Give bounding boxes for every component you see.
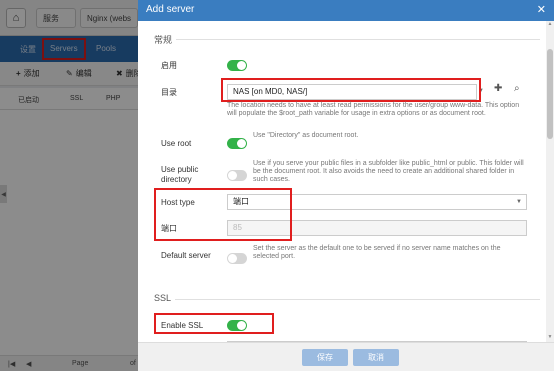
dialog-title: Add server [146, 4, 195, 15]
save-button[interactable]: 保存 [302, 349, 348, 366]
use-root-hint: Use "Directory" as document root. [253, 132, 359, 139]
close-icon[interactable]: ✕ [537, 3, 546, 16]
add-server-dialog: Add server ✕ 常规 启用 目录 NAS [on MD0, NAS/]… [138, 0, 554, 371]
default-server-hint: Set the server as the default one to be … [253, 245, 501, 260]
general-legend: 常规 [150, 33, 177, 46]
enable-label: 启用 [161, 61, 177, 70]
dialog-body: 常规 启用 目录 NAS [on MD0, NAS/] ▼ ✚ ⌕ The lo… [138, 21, 554, 342]
use-public-hint: Use if you serve your public files in a … [253, 160, 524, 183]
directory-hint: The location needs to have at least read… [227, 102, 520, 117]
general-section: 常规 [150, 33, 540, 46]
add-icon[interactable]: ✚ [494, 83, 502, 94]
chevron-down-icon[interactable]: ▼ [516, 199, 522, 205]
highlight-enable-ssl [154, 313, 274, 334]
scroll-down-icon[interactable]: ▼ [546, 334, 554, 342]
use-root-label: Use root [161, 139, 192, 148]
default-server-toggle[interactable] [227, 253, 247, 264]
enable-toggle[interactable] [227, 60, 247, 71]
dialog-header: Add server ✕ [138, 0, 554, 21]
default-server-label: Default server [161, 251, 211, 260]
dialog-footer: 保存 取消 [138, 342, 554, 371]
use-public-label: Use public directory [161, 165, 199, 184]
cancel-button[interactable]: 取消 [353, 349, 399, 366]
ssl-section: SSL [150, 293, 540, 303]
scroll-thumb[interactable] [547, 49, 553, 139]
dialog-scrollbar[interactable]: ▲ ▼ [546, 21, 554, 342]
use-public-toggle[interactable] [227, 170, 247, 181]
highlight-host-type [154, 188, 292, 241]
scroll-up-icon[interactable]: ▲ [546, 21, 554, 29]
ssl-legend: SSL [150, 293, 176, 303]
directory-label: 目录 [161, 88, 177, 97]
search-icon[interactable]: ⌕ [514, 83, 520, 94]
highlight-directory [221, 78, 481, 102]
use-root-toggle[interactable] [227, 138, 247, 149]
